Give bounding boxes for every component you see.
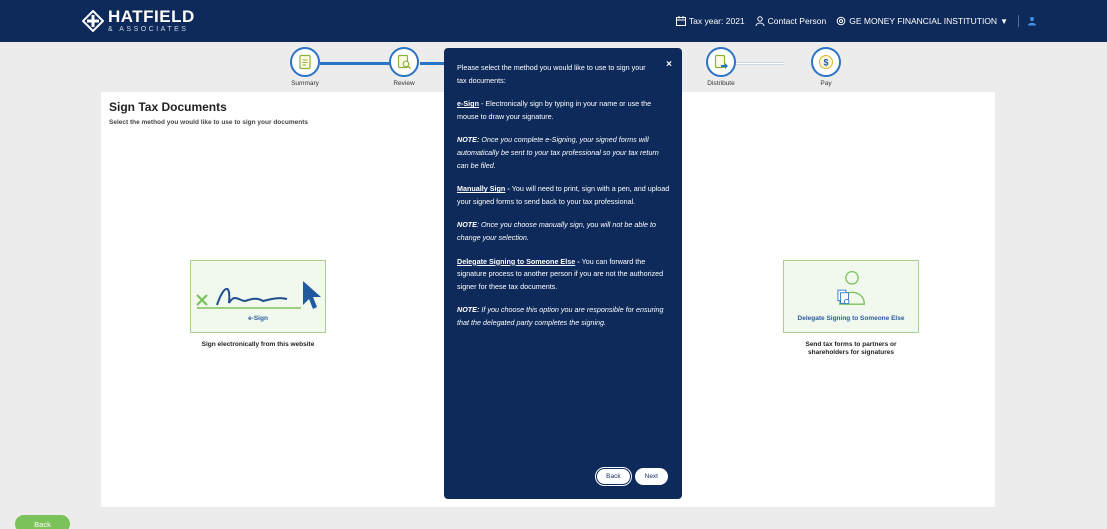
- esign-heading: e-Sign: [457, 99, 479, 109]
- step-summary[interactable]: Summary: [290, 47, 320, 87]
- delegate-note-text: If you choose this option you are respon…: [457, 305, 664, 327]
- delegate-heading: Delegate Signing to Someone Else: [457, 256, 576, 266]
- review-document-icon: [397, 54, 411, 69]
- page-title: Sign Tax Documents: [109, 100, 227, 114]
- back-button[interactable]: Back: [15, 515, 70, 529]
- modal-delegate-section: Delegate Signing to Someone Else - You c…: [457, 256, 670, 294]
- distribute-icon: [714, 54, 728, 69]
- modal-back-button[interactable]: Back: [595, 467, 632, 486]
- manual-heading: Manually Sign: [457, 184, 506, 194]
- delegate-option-card[interactable]: Delegate Signing to Someone Else: [783, 260, 919, 333]
- contact-person-link[interactable]: Contact Person: [755, 16, 827, 26]
- step-review[interactable]: Review: [389, 47, 419, 87]
- step-connector: [734, 62, 784, 65]
- topbar-divider: [1018, 15, 1019, 27]
- close-icon[interactable]: ×: [666, 56, 672, 74]
- delegate-option-caption: Send tax forms to partners or shareholde…: [771, 341, 931, 358]
- calendar-icon: [675, 16, 686, 26]
- step-label-summary: Summary: [291, 80, 319, 87]
- modal-manual-section: Manually Sign - You will need to print, …: [457, 183, 670, 208]
- document-icon: [299, 54, 311, 70]
- modal-intro: Please select the method you would like …: [457, 63, 646, 85]
- delegate-option-label: Delegate Signing to Someone Else: [797, 315, 905, 322]
- delegate-caption-line2: shareholders for signatures: [808, 349, 894, 357]
- esign-option-caption: Sign electronically from this website: [201, 341, 315, 348]
- step-connector: [320, 62, 390, 65]
- contact-label: Contact Person: [767, 16, 827, 26]
- institution-label: GE MONEY FINANCIAL INSTITUTION: [849, 16, 998, 26]
- delegate-caption-line1: Send tax forms to partners or: [805, 341, 897, 348]
- institution-dropdown[interactable]: GE MONEY FINANCIAL INSTITUTION ▼: [836, 16, 1008, 26]
- delegate-person-icon: [837, 270, 865, 305]
- sign-method-help-modal: × Please select the method you would lik…: [444, 48, 682, 499]
- tax-year-selector[interactable]: Tax year: 2021: [675, 16, 745, 26]
- step-pay[interactable]: $ Pay: [811, 47, 841, 87]
- modal-next-button[interactable]: Next: [634, 468, 668, 485]
- top-bar: HATFIELD & ASSOCIATES Tax year: 2021 Con…: [0, 0, 1107, 42]
- brand-logo[interactable]: HATFIELD & ASSOCIATES: [81, 7, 195, 33]
- dollar-icon: $: [819, 55, 833, 69]
- modal-manual-note: NOTE: Once you choose manually sign, you…: [457, 219, 670, 244]
- page-subtitle: Select the method you would like to use …: [109, 119, 308, 126]
- step-label-distribute: Distribute: [707, 80, 735, 87]
- caret-down-icon: ▼: [1000, 16, 1008, 26]
- esign-note-label: NOTE:: [457, 135, 480, 145]
- delegate-note-label: NOTE:: [457, 305, 480, 315]
- modal-esign-section: e-Sign - Electronically sign by typing i…: [457, 98, 670, 123]
- esign-description: - Electronically sign by typing in your …: [457, 99, 652, 121]
- step-label-review: Review: [393, 80, 415, 87]
- signature-icon: [196, 281, 321, 309]
- manual-note-label: NOTE: [457, 220, 477, 230]
- modal-delegate-note: NOTE: If you choose this option you are …: [457, 304, 670, 329]
- esign-option-card[interactable]: e-Sign: [190, 260, 326, 333]
- step-label-pay: Pay: [820, 80, 832, 87]
- modal-esign-note: NOTE: Once you complete e-Signing, your …: [457, 134, 670, 172]
- manual-note-text: : Once you choose manually sign, you wil…: [457, 220, 656, 242]
- tax-year-label: Tax year: 2021: [688, 16, 745, 26]
- esign-option-label: e-Sign: [248, 315, 268, 322]
- gear-icon: [836, 16, 846, 26]
- brand-name: HATFIELD: [108, 7, 195, 26]
- person-icon: [755, 16, 765, 26]
- logo-icon: [81, 9, 105, 32]
- esign-note-text: Once you complete e-Signing, your signed…: [457, 135, 659, 170]
- svg-text:$: $: [823, 57, 828, 67]
- step-distribute[interactable]: Distribute: [706, 47, 736, 87]
- brand-sub: & ASSOCIATES: [108, 26, 189, 33]
- user-icon[interactable]: [1027, 16, 1037, 26]
